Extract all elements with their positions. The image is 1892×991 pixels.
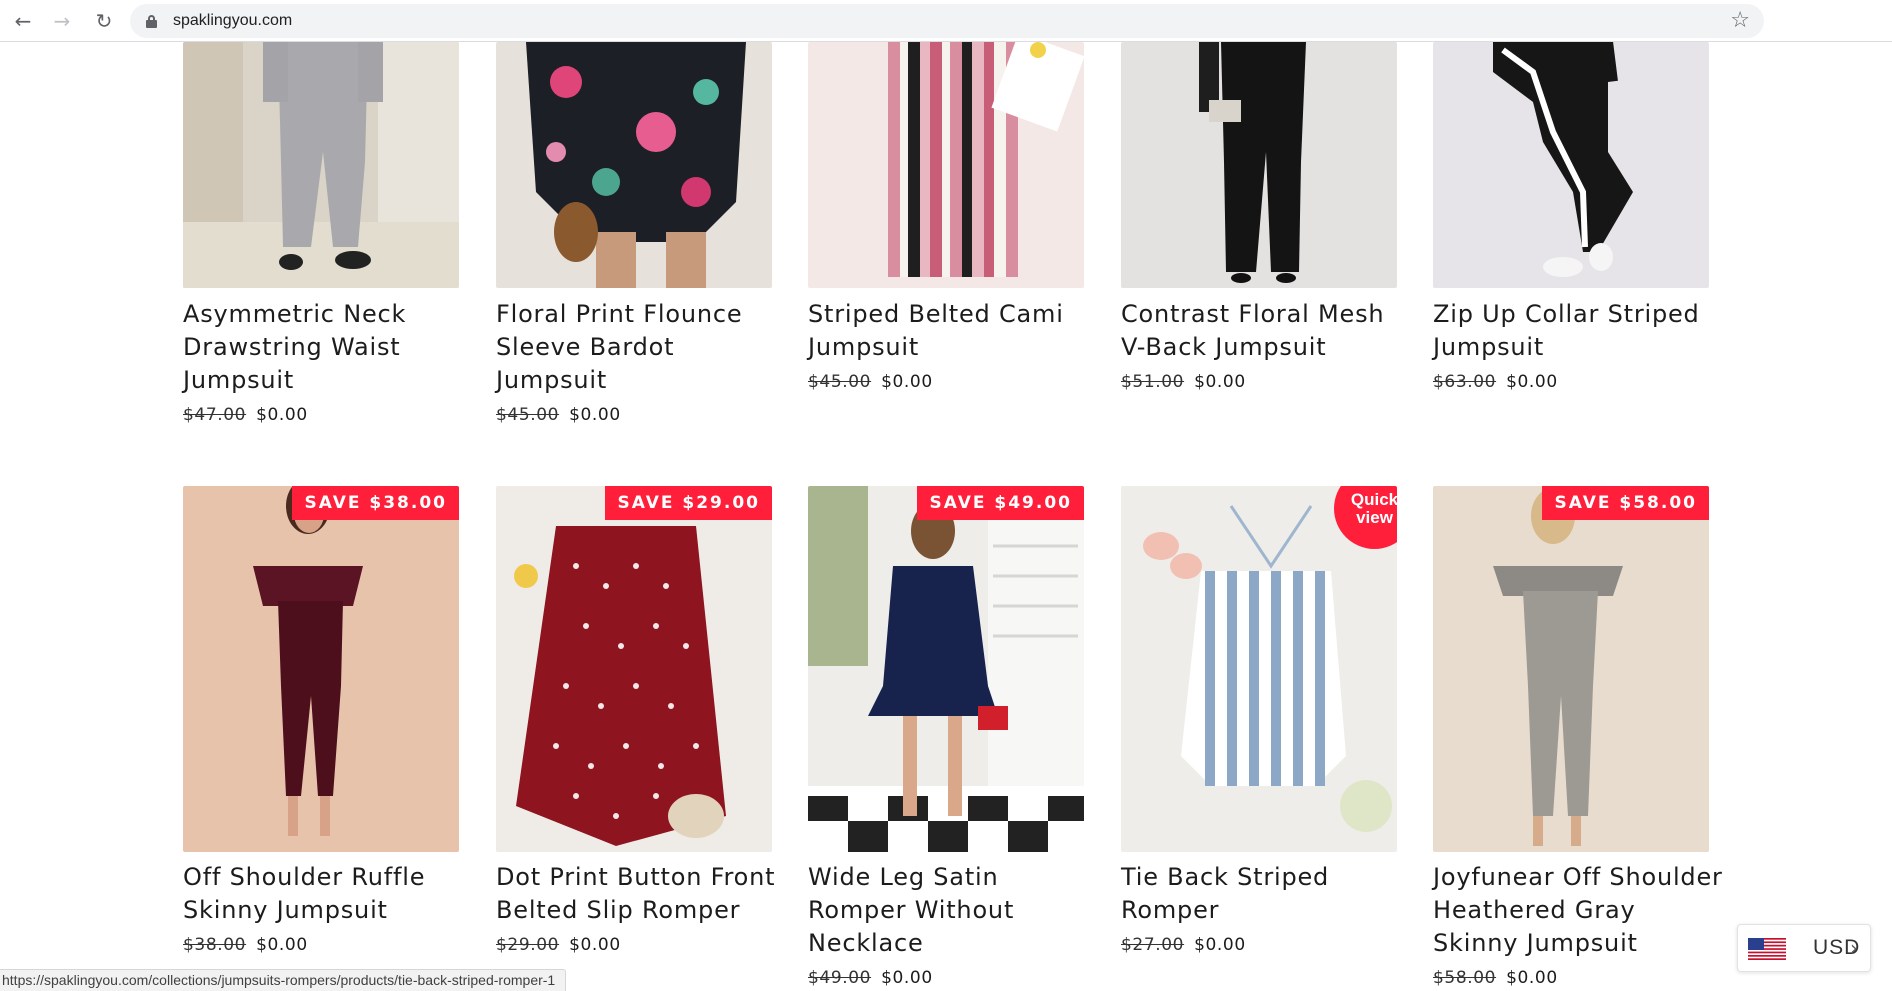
- sale-price: $0.00: [569, 405, 621, 425]
- sale-price: $0.00: [256, 405, 308, 425]
- product-image[interactable]: [183, 42, 459, 288]
- sale-price: $0.00: [881, 372, 933, 392]
- sale-price: $0.00: [1506, 968, 1558, 988]
- save-badge: SAVE $58.00: [1542, 486, 1709, 520]
- save-badge: SAVE $49.00: [917, 486, 1084, 520]
- product-grid: Asymmetric Neck Drawstring Waist Jumpsui…: [0, 0, 1892, 991]
- product-title[interactable]: Tie Back Striped Romper: [1121, 861, 1411, 927]
- product-title[interactable]: Wide Leg Satin Romper Without Necklace: [808, 861, 1098, 960]
- sale-price: $0.00: [1194, 372, 1246, 392]
- currency-selector[interactable]: USD ›: [1737, 924, 1871, 972]
- product-price: $45.00 $0.00: [808, 372, 933, 392]
- product-image[interactable]: SAVE $49.00: [808, 486, 1084, 852]
- compare-at-price: $27.00: [1121, 935, 1185, 955]
- product-price: $27.00 $0.00: [1121, 935, 1246, 955]
- compare-at-price: $29.00: [496, 935, 560, 955]
- product-title[interactable]: Zip Up Collar Striped Jumpsuit: [1433, 298, 1723, 364]
- product-price: $29.00 $0.00: [496, 935, 621, 955]
- product-title[interactable]: Off Shoulder Ruffle Skinny Jumpsuit: [183, 861, 473, 927]
- sale-price: $0.00: [881, 968, 933, 988]
- link-status-bar: https://spaklingyou.com/collections/jump…: [0, 969, 567, 991]
- product-image[interactable]: Quick view: [1121, 486, 1397, 852]
- product-price: $63.00 $0.00: [1433, 372, 1558, 392]
- chevron-right-icon: ›: [1850, 936, 1858, 960]
- compare-at-price: $49.00: [808, 968, 872, 988]
- product-price: $49.00 $0.00: [808, 968, 933, 988]
- compare-at-price: $47.00: [183, 405, 247, 425]
- product-price: $47.00 $0.00: [183, 405, 308, 425]
- product-price: $38.00 $0.00: [183, 935, 308, 955]
- product-title[interactable]: Joyfunear Off Shoulder Heathered Gray Sk…: [1433, 861, 1723, 960]
- product-image[interactable]: [808, 42, 1084, 288]
- compare-at-price: $51.00: [1121, 372, 1185, 392]
- product-title[interactable]: Contrast Floral Mesh V-Back Jumpsuit: [1121, 298, 1411, 364]
- product-image[interactable]: SAVE $38.00: [183, 486, 459, 852]
- save-badge: SAVE $29.00: [605, 486, 772, 520]
- product-title[interactable]: Asymmetric Neck Drawstring Waist Jumpsui…: [183, 298, 473, 397]
- sale-price: $0.00: [1506, 372, 1558, 392]
- product-price: $58.00 $0.00: [1433, 968, 1558, 988]
- sale-price: $0.00: [1194, 935, 1246, 955]
- product-image[interactable]: SAVE $29.00: [496, 486, 772, 852]
- compare-at-price: $45.00: [808, 372, 872, 392]
- compare-at-price: $45.00: [496, 405, 560, 425]
- product-image[interactable]: [496, 42, 772, 288]
- us-flag-icon: [1748, 938, 1786, 960]
- sale-price: $0.00: [569, 935, 621, 955]
- product-title[interactable]: Dot Print Button Front Belted Slip Rompe…: [496, 861, 786, 927]
- product-image[interactable]: SAVE $58.00: [1433, 486, 1709, 852]
- product-price: $51.00 $0.00: [1121, 372, 1246, 392]
- compare-at-price: $58.00: [1433, 968, 1497, 988]
- product-image[interactable]: [1121, 42, 1397, 288]
- compare-at-price: $38.00: [183, 935, 247, 955]
- product-image[interactable]: [1433, 42, 1709, 288]
- product-price: $45.00 $0.00: [496, 405, 621, 425]
- sale-price: $0.00: [256, 935, 308, 955]
- product-title[interactable]: Striped Belted Cami Jumpsuit: [808, 298, 1098, 364]
- product-title[interactable]: Floral Print Flounce Sleeve Bardot Jumps…: [496, 298, 786, 397]
- save-badge: SAVE $38.00: [292, 486, 459, 520]
- compare-at-price: $63.00: [1433, 372, 1497, 392]
